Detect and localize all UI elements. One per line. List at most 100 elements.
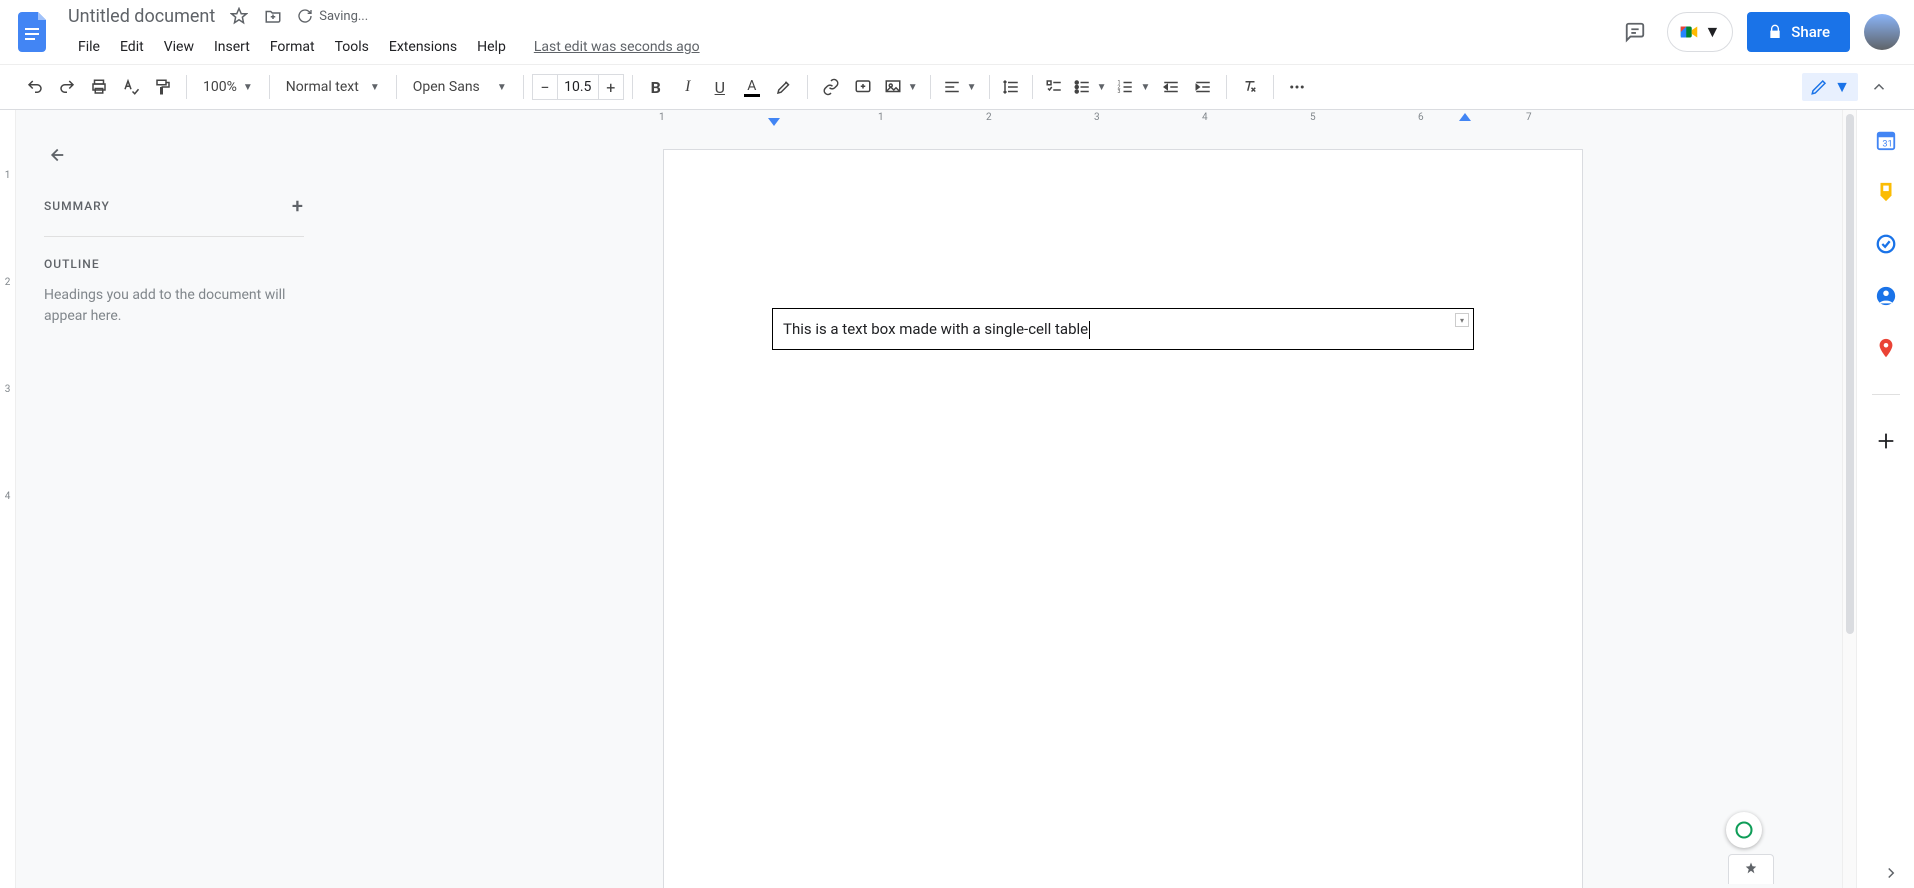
font-size-increase[interactable]: + — [598, 74, 624, 100]
meet-icon — [1678, 21, 1700, 43]
rail-divider — [1872, 394, 1900, 395]
hide-menus-button[interactable] — [1864, 72, 1894, 102]
paint-format-button[interactable] — [148, 72, 178, 102]
lock-icon — [1767, 24, 1783, 40]
ruler-mark: 2 — [986, 112, 992, 123]
menu-tools[interactable]: Tools — [325, 35, 379, 59]
share-label: Share — [1791, 23, 1830, 41]
document-table[interactable]: This is a text box made with a single-ce… — [772, 308, 1474, 350]
font-size-value[interactable]: 10.5 — [558, 74, 598, 100]
ruler-mark: 6 — [1418, 112, 1424, 123]
summary-heading: SUMMARY — [44, 199, 110, 213]
sync-icon — [297, 8, 313, 24]
vruler-mark: 1 — [5, 170, 11, 181]
decrease-indent-button[interactable] — [1156, 72, 1186, 102]
explore-fab[interactable] — [1726, 812, 1762, 848]
contacts-icon[interactable] — [1874, 284, 1898, 308]
explore-tab[interactable] — [1728, 854, 1774, 884]
menu-extensions[interactable]: Extensions — [379, 35, 467, 59]
highlight-button[interactable] — [769, 72, 799, 102]
svg-text:3: 3 — [1118, 89, 1121, 95]
pencil-icon — [1810, 78, 1828, 96]
move-icon[interactable] — [263, 6, 283, 26]
outline-close-button[interactable] — [44, 144, 304, 166]
italic-button[interactable]: I — [673, 72, 703, 102]
table-options-button[interactable]: ▾ — [1455, 313, 1469, 327]
ruler-mark: 3 — [1094, 112, 1100, 123]
menu-view[interactable]: View — [154, 35, 204, 59]
menu-edit[interactable]: Edit — [110, 35, 154, 59]
outline-panel: SUMMARY + OUTLINE Headings you add to th… — [16, 110, 332, 888]
increase-indent-button[interactable] — [1188, 72, 1218, 102]
account-avatar[interactable] — [1864, 14, 1900, 50]
cell-text: This is a text box made with a single-ce… — [783, 320, 1088, 338]
vruler-mark: 4 — [5, 491, 11, 502]
keep-icon[interactable] — [1874, 180, 1898, 204]
scrollbar-thumb[interactable] — [1846, 114, 1854, 634]
checklist-dropdown[interactable] — [1041, 72, 1067, 102]
tasks-icon[interactable] — [1874, 232, 1898, 256]
insert-image-dropdown[interactable]: ▼ — [880, 72, 922, 102]
font-dropdown[interactable]: Open Sans▼ — [405, 72, 515, 102]
first-line-indent-marker[interactable] — [768, 118, 780, 126]
redo-button[interactable] — [52, 72, 82, 102]
comments-icon[interactable] — [1617, 14, 1653, 50]
calendar-icon[interactable]: 31 — [1874, 128, 1898, 152]
zoom-value: 100% — [203, 79, 237, 95]
collapse-side-panel-button[interactable] — [1882, 864, 1900, 882]
undo-button[interactable] — [20, 72, 50, 102]
workspace: 1 2 3 4 SUMMARY + OUTLINE Headings you a… — [0, 110, 1914, 888]
menu-file[interactable]: File — [68, 35, 110, 59]
right-indent-marker[interactable] — [1459, 113, 1471, 121]
share-button[interactable]: Share — [1747, 12, 1850, 52]
clear-formatting-button[interactable] — [1235, 72, 1265, 102]
line-spacing-dropdown[interactable] — [998, 72, 1024, 102]
menu-format[interactable]: Format — [260, 35, 325, 59]
document-title[interactable]: Untitled document — [68, 6, 215, 27]
ruler-mark: 5 — [1310, 112, 1316, 123]
style-value: Normal text — [286, 79, 359, 95]
text-color-button[interactable]: A — [737, 72, 767, 102]
align-dropdown[interactable]: ▼ — [939, 72, 981, 102]
ruler-mark: 1 — [659, 112, 665, 123]
underline-button[interactable]: U — [705, 72, 735, 102]
table-cell[interactable]: This is a text box made with a single-ce… — [775, 311, 1471, 347]
cloud-status: Saving... — [297, 8, 368, 24]
canvas-area: 1 1 2 3 4 5 6 7 This is a text box made … — [332, 110, 1842, 888]
docs-logo[interactable] — [14, 12, 54, 52]
outline-heading: OUTLINE — [44, 257, 304, 271]
side-panel: 31 — [1856, 110, 1914, 888]
editing-mode-dropdown[interactable]: ▼ — [1802, 73, 1858, 101]
document-page[interactable]: This is a text box made with a single-ce… — [664, 150, 1582, 888]
spellcheck-button[interactable] — [116, 72, 146, 102]
zoom-dropdown[interactable]: 100%▼ — [195, 72, 261, 102]
font-size-decrease[interactable]: − — [532, 74, 558, 100]
menu-help[interactable]: Help — [467, 35, 516, 59]
bulleted-list-dropdown[interactable]: ▼ — [1069, 72, 1111, 102]
horizontal-ruler[interactable]: 1 1 2 3 4 5 6 7 — [332, 110, 1842, 130]
saving-label: Saving... — [319, 9, 368, 24]
meet-button[interactable]: ▼ — [1667, 12, 1733, 52]
more-button[interactable] — [1282, 72, 1312, 102]
get-addons-button[interactable] — [1874, 429, 1898, 453]
text-cursor — [1089, 321, 1090, 339]
font-value: Open Sans — [413, 79, 480, 95]
toolbar: 100%▼ Normal text▼ Open Sans▼ − 10.5 + B… — [0, 64, 1914, 110]
bold-button[interactable]: B — [641, 72, 671, 102]
maps-icon[interactable] — [1874, 336, 1898, 360]
caret-down-icon: ▼ — [1704, 22, 1720, 42]
caret-down-icon: ▼ — [1834, 77, 1850, 97]
svg-text:31: 31 — [1882, 139, 1892, 149]
menu-bar: File Edit View Insert Format Tools Exten… — [68, 32, 1617, 62]
numbered-list-dropdown[interactable]: 123▼ — [1112, 72, 1154, 102]
insert-comment-button[interactable] — [848, 72, 878, 102]
print-button[interactable] — [84, 72, 114, 102]
add-summary-button[interactable]: + — [292, 194, 304, 218]
vertical-scrollbar[interactable] — [1842, 110, 1856, 888]
menu-insert[interactable]: Insert — [204, 35, 260, 59]
last-edit-link[interactable]: Last edit was seconds ago — [534, 39, 700, 55]
star-icon[interactable] — [229, 6, 249, 26]
font-size-stepper: − 10.5 + — [532, 74, 624, 100]
insert-link-button[interactable] — [816, 72, 846, 102]
paragraph-style-dropdown[interactable]: Normal text▼ — [278, 72, 388, 102]
